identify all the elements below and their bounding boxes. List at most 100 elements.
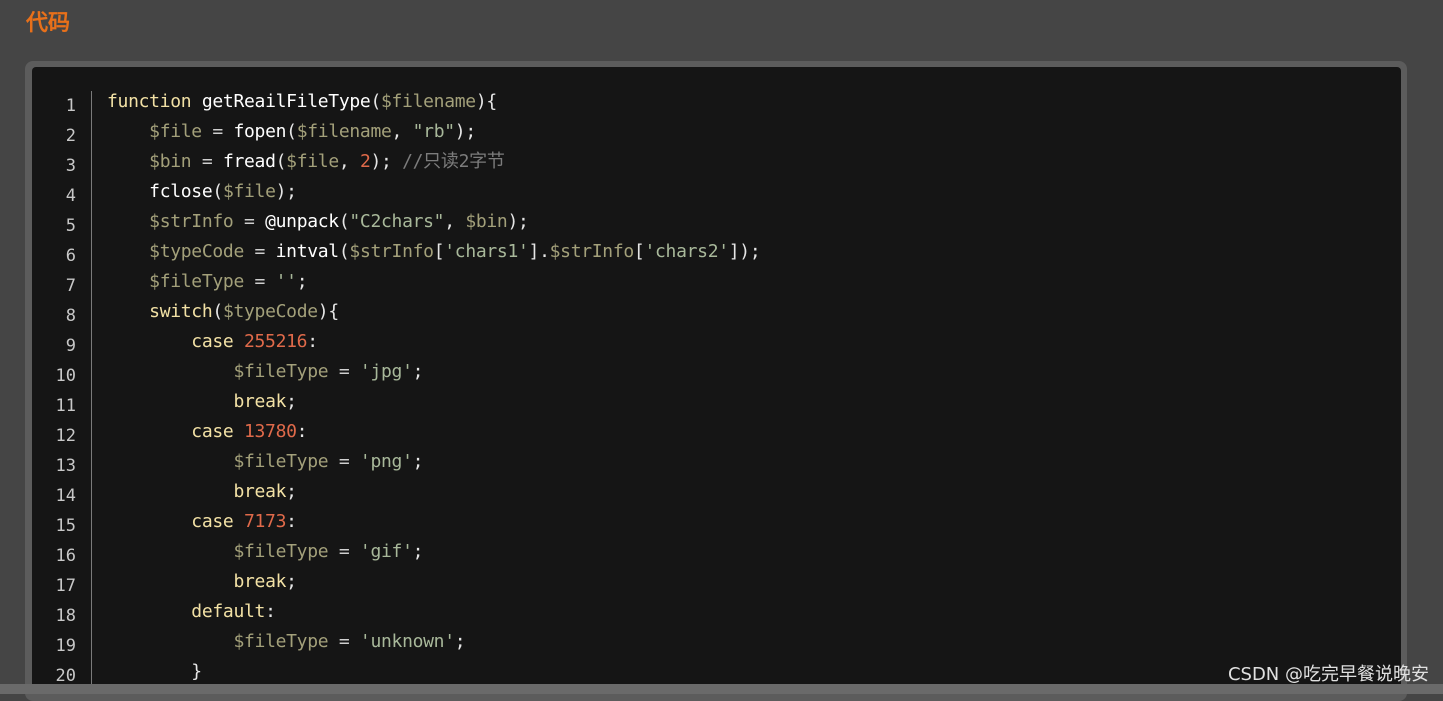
code-line: $fileType = 'unknown'; (107, 627, 465, 657)
line-number: 14 (55, 486, 76, 506)
code-line: $strInfo = @unpack("C2chars", $bin); (107, 207, 529, 237)
code-token: , (338, 151, 360, 172)
code-token: "rb" (412, 121, 455, 142)
code-token: ; (412, 361, 424, 382)
code-token: $fileType (233, 541, 329, 562)
code-token: 2 (359, 151, 371, 172)
code-line: case 255216: (107, 327, 318, 357)
code-token: : (286, 511, 297, 532)
code-token: ; (286, 481, 297, 502)
code-token: ; (454, 631, 466, 652)
code-token: getReailFileType (201, 91, 371, 112)
code-token: [ (433, 241, 445, 262)
code-token: = (201, 121, 234, 142)
code-token: $file (149, 121, 202, 142)
code-token: ); (275, 181, 297, 202)
code-token: ( (370, 91, 381, 112)
code-token: ); (370, 151, 403, 172)
code-token: ); (454, 121, 476, 142)
code-token: case (191, 421, 244, 442)
code-line: $fileType = 'gif'; (107, 537, 423, 567)
code-line: $fileType = 'png'; (107, 447, 423, 477)
code-token: ; (286, 571, 297, 592)
line-number: 2 (65, 126, 76, 146)
code-line: $file = fopen($filename, "rb"); (107, 117, 476, 147)
code-token: ]. (528, 241, 550, 262)
code-token: } (107, 661, 202, 682)
code-line: break; (107, 567, 297, 597)
code-token: intval (275, 241, 340, 262)
code-token: $fileType (233, 631, 329, 652)
code-line: $typeCode = intval($strInfo['chars1'].$s… (107, 237, 761, 267)
code-token: ( (212, 181, 223, 202)
code-token: ; (286, 391, 297, 412)
line-number: 10 (55, 366, 76, 386)
code-line: default: (107, 597, 276, 627)
code-token: ( (275, 151, 287, 172)
code-token: 'gif' (359, 541, 413, 562)
code-token: : (265, 601, 276, 622)
code-token: fclose (149, 181, 213, 202)
line-number: 19 (55, 636, 76, 656)
code-token: ; (412, 451, 424, 472)
code-token: , (391, 121, 413, 142)
bottom-strip (0, 684, 1443, 694)
line-number: 3 (65, 156, 76, 176)
line-number-gutter: 1 2 3 4 5 6 7 8 9 10 11 12 13 14 15 16 17 18 19 20 (32, 91, 92, 694)
line-number: 9 (65, 336, 76, 356)
line-number: 8 (65, 306, 76, 326)
code-token: $fileType (233, 361, 329, 382)
code-token: : (307, 331, 318, 352)
code-token: $fileType (149, 271, 244, 292)
code-line: $fileType = 'jpg'; (107, 357, 423, 387)
code-token: case (191, 331, 244, 352)
code-token: '' (275, 271, 297, 292)
code-token: 'jpg' (359, 361, 413, 382)
watermark: CSDN @吃完早餐说晚安 (1227, 664, 1429, 685)
code-line: $fileType = ''; (107, 267, 307, 297)
code-token: = (328, 451, 360, 472)
code-block[interactable]: 1 2 3 4 5 6 7 8 9 10 11 12 13 14 15 16 17 18 19 20 function… (32, 67, 1401, 694)
line-number: 6 (65, 246, 76, 266)
code-token: 'chars2' (644, 241, 729, 262)
code-token: ; (412, 541, 424, 562)
code-token: ; (296, 271, 308, 292)
code-line: } (107, 657, 202, 687)
code-token: break (233, 571, 287, 592)
code-token: $fileType (233, 451, 329, 472)
code-line: case 7173: (107, 507, 297, 537)
code-token: $filename (380, 91, 476, 112)
line-number: 4 (65, 186, 76, 206)
code-token: 255216 (243, 331, 308, 352)
code-token: fread (222, 151, 276, 172)
line-number: 12 (55, 426, 76, 446)
code-token: ){ (475, 91, 497, 112)
code-token: default (191, 601, 266, 622)
code-token: $bin (149, 151, 192, 172)
code-line: function getReailFileType($filename){ (107, 87, 497, 117)
code-line: switch($typeCode){ (107, 297, 339, 327)
code-token: $file (286, 151, 339, 172)
code-token: 'chars1' (444, 241, 529, 262)
code-token: = (244, 271, 276, 292)
line-number: 16 (55, 546, 76, 566)
code-token: ]); (728, 241, 761, 262)
code-token: = (328, 541, 360, 562)
code-token: = (191, 151, 223, 172)
code-token: 'unknown' (359, 631, 455, 652)
code-token: case (191, 511, 244, 532)
line-number: 5 (65, 216, 76, 236)
code-token: switch (149, 301, 213, 322)
code-token: ( (286, 121, 297, 142)
